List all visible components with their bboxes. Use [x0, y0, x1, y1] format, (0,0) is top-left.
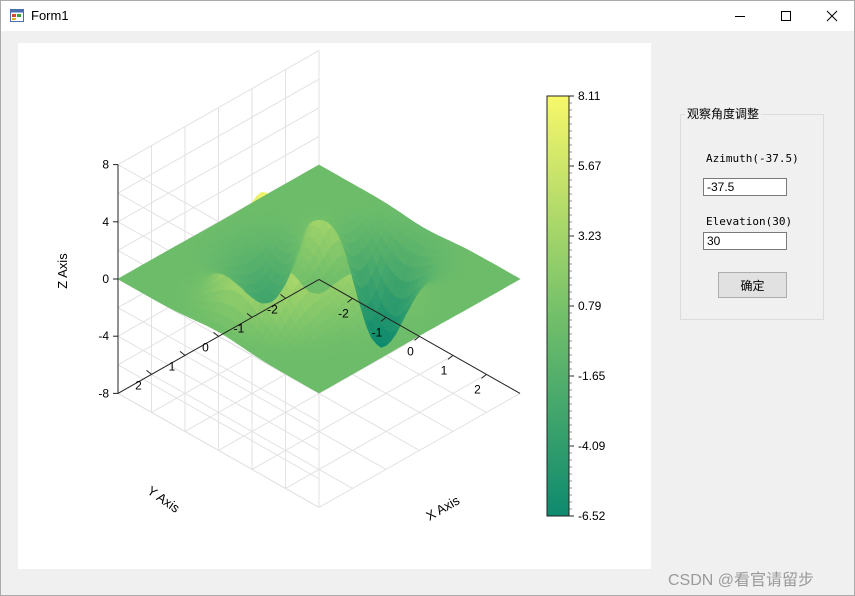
- maximize-button[interactable]: [763, 1, 809, 31]
- colorbar-tick-label: -4.09: [578, 439, 606, 453]
- confirm-button[interactable]: 确定: [718, 272, 787, 298]
- colorbar-tick-label: 3.23: [578, 229, 602, 243]
- form-app-icon: [10, 9, 24, 22]
- surface-chart[interactable]: 8 4 0 -4 -8 -2 -1 0 1 2 2 1 0 -1 -2 8.11 5.67 3.23 0.79 -1…: [18, 43, 651, 569]
- azimuth-input[interactable]: [703, 178, 787, 196]
- x-tick-label: 1: [441, 363, 448, 377]
- y-axis-label: Y Axis: [145, 483, 183, 516]
- close-button[interactable]: [809, 1, 855, 31]
- colorbar-tick-label: 8.11: [578, 89, 601, 103]
- maximize-icon: [781, 11, 791, 21]
- z-axis-label: Z Axis: [55, 253, 70, 289]
- z-tick-label: -4: [98, 329, 109, 343]
- colorbar: [546, 95, 570, 517]
- group-title: 观察角度调整: [685, 105, 762, 122]
- azimuth-label: Azimuth(-37.5): [706, 152, 799, 165]
- plot-area[interactable]: 8 4 0 -4 -8 -2 -1 0 1 2 2 1 0 -1 -2 8.11 5.67 3.23 0.79 -1…: [18, 43, 651, 569]
- y-tick: [179, 351, 186, 356]
- elevation-input[interactable]: [703, 232, 787, 250]
- close-icon: [826, 10, 838, 22]
- y-tick-label: -2: [267, 302, 278, 316]
- z-tick-label: 8: [102, 158, 109, 172]
- y-tick-label: 0: [202, 340, 209, 354]
- z-tick-label: 4: [102, 215, 109, 229]
- y-tick-label: 1: [169, 359, 176, 373]
- elevation-label: Elevation(30): [706, 215, 793, 228]
- y-tick-label: -1: [234, 321, 245, 335]
- colorbar-tick-label: -1.65: [578, 369, 606, 383]
- colorbar-tick-label: 5.67: [578, 159, 602, 173]
- minimize-icon: [735, 16, 745, 17]
- x-tick-label: -1: [372, 325, 383, 339]
- colorbar-ticks: 8.11 5.67 3.23 0.79 -1.65 -4.09 -6.52: [569, 89, 606, 523]
- minimize-button[interactable]: [717, 1, 763, 31]
- colorbar-tick-label: -6.52: [578, 509, 606, 523]
- z-tick-label: 0: [102, 272, 109, 286]
- y-tick: [146, 370, 152, 375]
- y-tick-label: 2: [135, 378, 142, 392]
- z-tick-label: -8: [98, 386, 109, 400]
- colorbar-tick-label: 0.79: [578, 299, 602, 313]
- y-tick: [213, 332, 219, 337]
- title-bar[interactable]: Form1: [1, 1, 854, 31]
- x-tick-label: 2: [474, 382, 481, 396]
- x-axis-label: X Axis: [423, 492, 462, 523]
- window-title: Form1: [31, 8, 69, 23]
- main-window: Form1 8 4 0 -4 -8 -2 -1 0 1 2 2 1 0 -1 -2 8.11 5.67 3.2: [0, 0, 855, 596]
- x-tick-label: 0: [407, 344, 414, 358]
- watermark: CSDN @看官请留步: [668, 572, 815, 589]
- x-tick-label: -2: [338, 306, 349, 320]
